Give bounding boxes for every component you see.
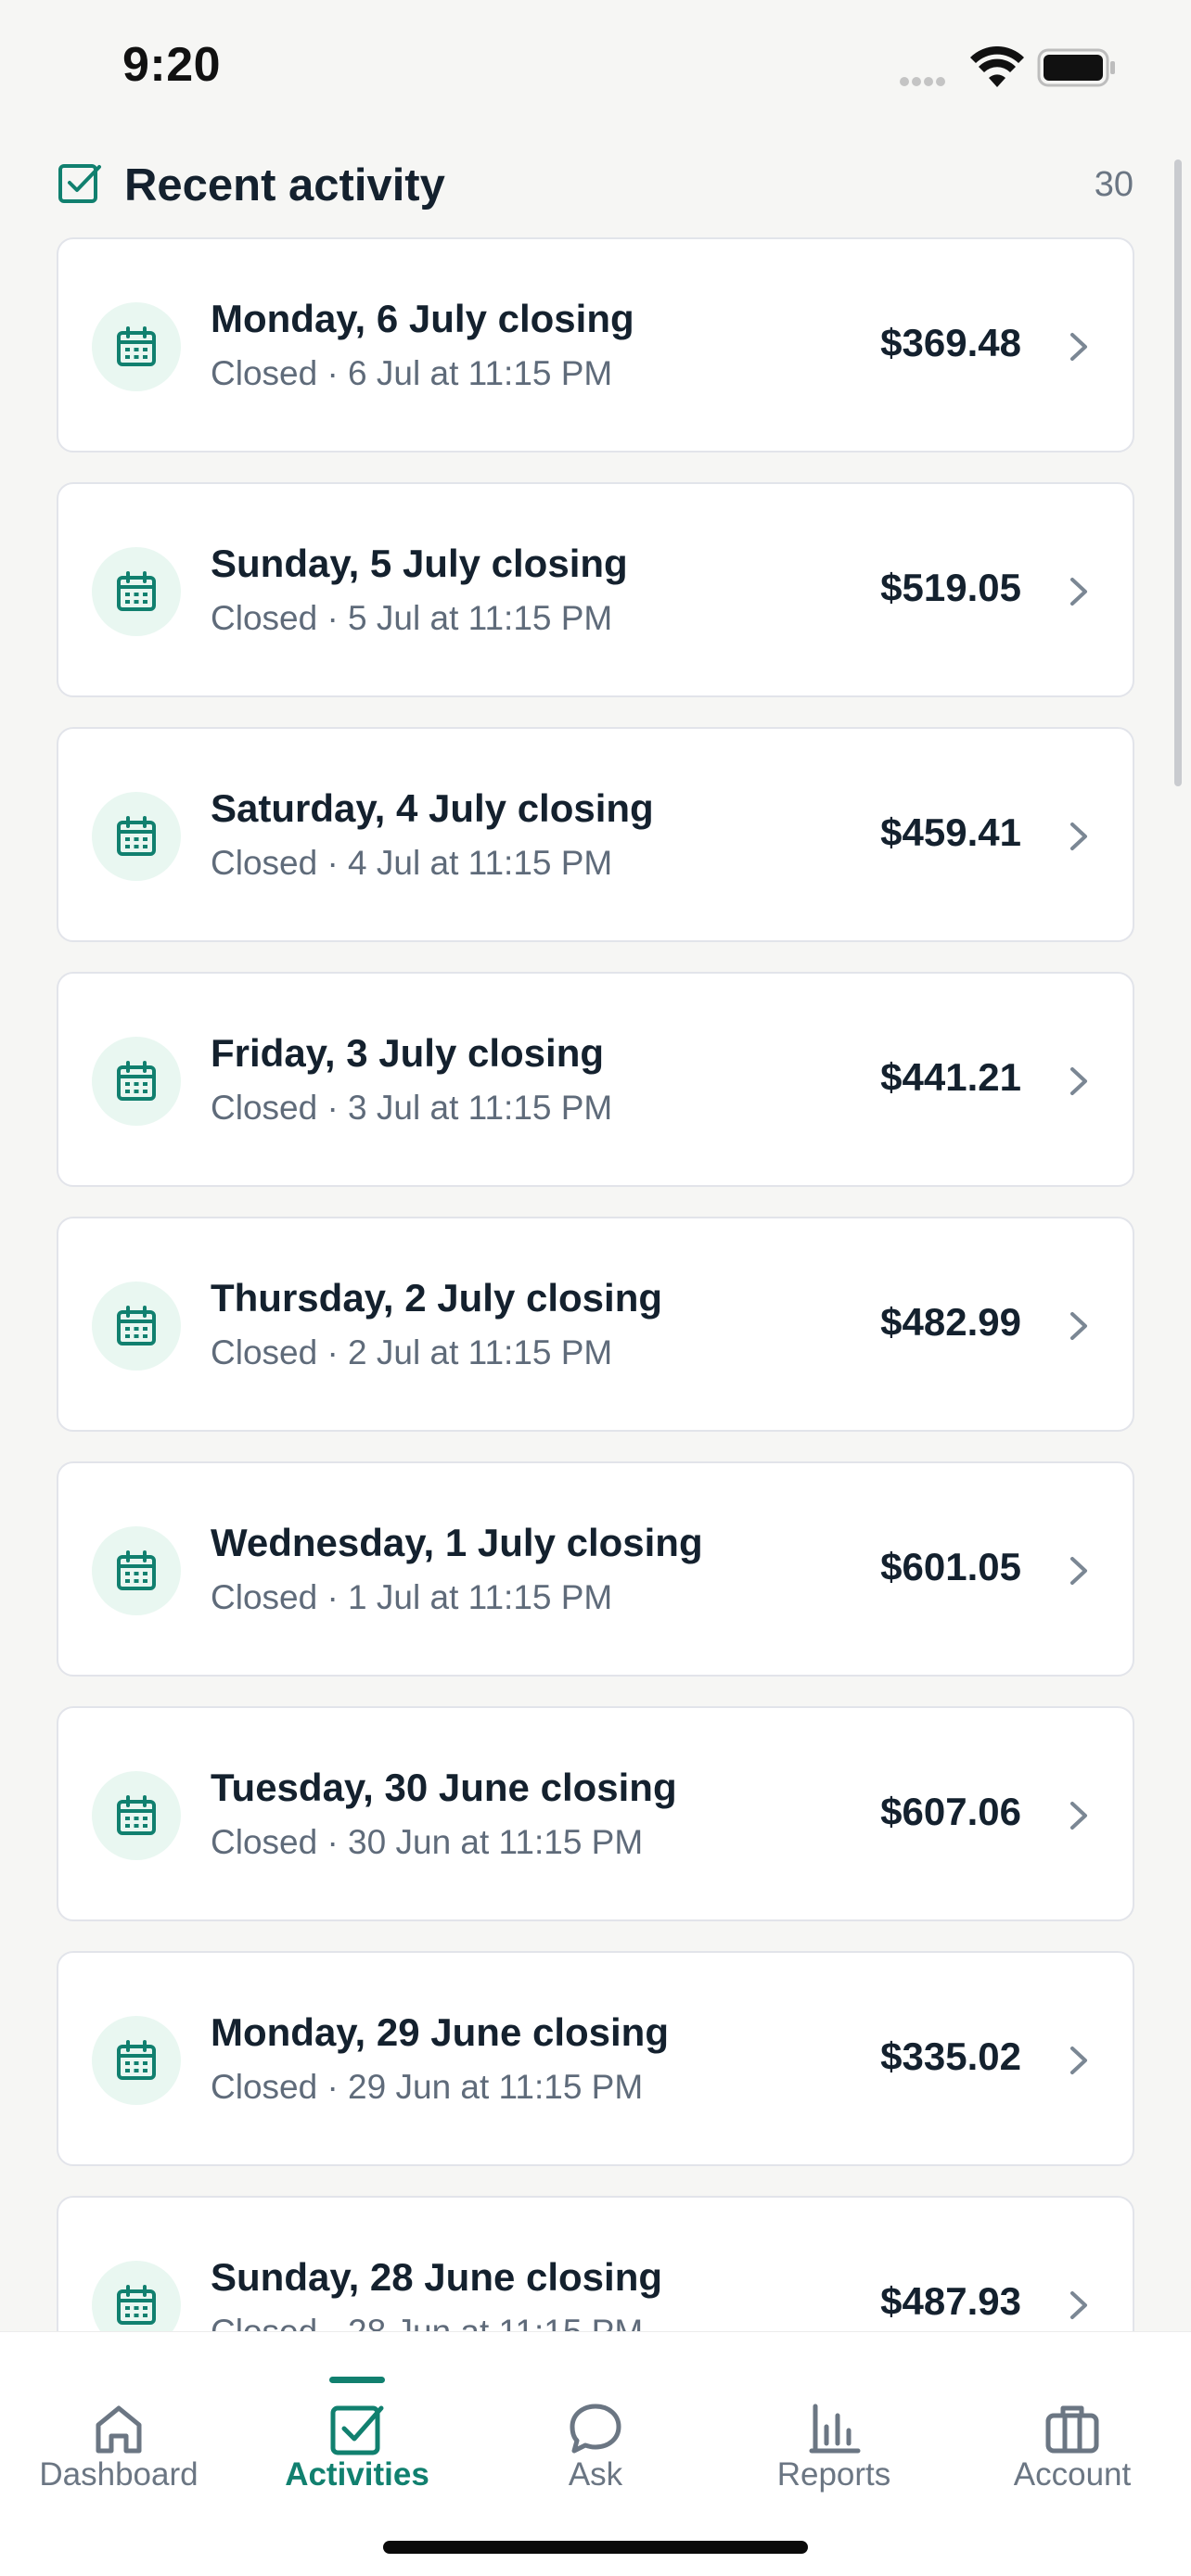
calendar-icon-badge — [92, 792, 181, 881]
tab-label: Account — [1013, 2456, 1132, 2493]
card-subtitle: Closed · 28 Jun at 11:15 PM — [211, 2313, 643, 2331]
status-bar: 9:20 — [0, 0, 1191, 139]
chevron-right-icon — [1070, 333, 1087, 361]
active-tab-indicator — [329, 2377, 385, 2383]
tab-label: Ask — [568, 2456, 623, 2493]
card-amount: $459.41 — [880, 810, 1021, 854]
chevron-right-icon — [1070, 1067, 1087, 1095]
card-title: Friday, 3 July closing — [211, 1031, 605, 1075]
card-subtitle: Closed · 5 Jul at 11:15 PM — [211, 599, 613, 637]
card-subtitle: Closed · 4 Jul at 11:15 PM — [211, 844, 613, 882]
card-title: Saturday, 4 July closing — [211, 786, 654, 830]
tab-reports[interactable]: Reports — [715, 2332, 953, 2493]
activity-card[interactable]: Sunday, 5 July closing Closed · 5 Jul at… — [57, 482, 1134, 697]
tab-bar: Dashboard Activities Ask Reports Account — [0, 2331, 1191, 2576]
card-amount: $487.93 — [880, 2279, 1021, 2323]
activity-card[interactable]: Monday, 29 June closing Closed · 29 Jun … — [57, 1951, 1134, 2166]
status-time: 9:20 — [122, 38, 222, 92]
card-subtitle: Closed · 3 Jul at 11:15 PM — [211, 1089, 613, 1127]
section-header: Recent activity 30 — [58, 156, 1133, 211]
card-subtitle: Closed · 30 Jun at 11:15 PM — [211, 1823, 644, 1861]
activity-list: Monday, 6 July closing Closed · 6 Jul at… — [57, 237, 1134, 2331]
tab-label: Activities — [285, 2456, 429, 2493]
card-title: Monday, 29 June closing — [211, 2010, 669, 2054]
card-amount: $482.99 — [880, 1300, 1021, 1344]
activity-card[interactable]: Saturday, 4 July closing Closed · 4 Jul … — [57, 727, 1134, 942]
tab-ask[interactable]: Ask — [477, 2332, 714, 2493]
calendar-icon-badge — [92, 302, 181, 391]
chevron-right-icon — [1070, 2047, 1087, 2074]
chevron-right-icon — [1070, 1557, 1087, 1585]
bar-chart-icon — [809, 2404, 861, 2454]
activity-card[interactable]: Sunday, 28 June closing Closed · 28 Jun … — [57, 2196, 1134, 2331]
calendar-icon — [117, 326, 156, 366]
chevron-right-icon — [1070, 2291, 1087, 2319]
card-title: Monday, 6 July closing — [211, 297, 634, 340]
tab-activities[interactable]: Activities — [238, 2332, 476, 2493]
calendar-icon-badge — [92, 1771, 181, 1860]
calendar-icon — [117, 1061, 156, 1101]
section-title: Recent activity — [124, 160, 445, 210]
calendar-icon-badge — [92, 1526, 181, 1615]
tab-account[interactable]: Account — [954, 2332, 1191, 2493]
card-title: Wednesday, 1 July closing — [211, 1521, 703, 1564]
tab-label: Reports — [776, 2456, 891, 2493]
checkbox-icon — [330, 2405, 384, 2455]
card-amount: $335.02 — [880, 2034, 1021, 2078]
calendar-icon-badge — [92, 1037, 181, 1126]
calendar-icon — [117, 816, 156, 856]
activity-card[interactable]: Tuesday, 30 June closing Closed · 30 Jun… — [57, 1706, 1134, 1921]
calendar-icon-badge — [92, 2261, 181, 2331]
card-title: Sunday, 5 July closing — [211, 542, 628, 585]
card-amount: $601.05 — [880, 1545, 1021, 1588]
card-amount: $607.06 — [880, 1790, 1021, 1833]
home-icon — [96, 2405, 142, 2454]
calendar-icon — [117, 1306, 156, 1345]
chevron-right-icon — [1070, 823, 1087, 850]
chevron-right-icon — [1070, 578, 1087, 606]
briefcase-icon — [1045, 2405, 1099, 2454]
card-amount: $441.21 — [880, 1055, 1021, 1099]
calendar-icon — [117, 1795, 156, 1835]
home-indicator[interactable] — [383, 2541, 808, 2554]
card-title: Sunday, 28 June closing — [211, 2255, 663, 2299]
activity-card[interactable]: Wednesday, 1 July closing Closed · 1 Jul… — [57, 1461, 1134, 1677]
checkbox-icon — [58, 164, 101, 203]
tab-dashboard[interactable]: Dashboard — [0, 2332, 237, 2493]
calendar-icon — [117, 2040, 156, 2080]
chevron-right-icon — [1070, 1312, 1087, 1340]
card-title: Thursday, 2 July closing — [211, 1276, 663, 1320]
activity-card[interactable]: Monday, 6 July closing Closed · 6 Jul at… — [57, 237, 1134, 453]
card-subtitle: Closed · 2 Jul at 11:15 PM — [211, 1333, 613, 1371]
card-subtitle: Closed · 6 Jul at 11:15 PM — [211, 354, 613, 392]
calendar-icon — [117, 571, 156, 611]
calendar-icon — [117, 2285, 156, 2325]
chat-bubble-icon — [570, 2404, 621, 2454]
calendar-icon-badge — [92, 1282, 181, 1371]
activity-card[interactable]: Friday, 3 July closing Closed · 3 Jul at… — [57, 972, 1134, 1187]
calendar-icon-badge — [92, 2016, 181, 2105]
battery-icon — [1037, 48, 1115, 87]
card-subtitle: Closed · 29 Jun at 11:15 PM — [211, 2068, 644, 2106]
scrollbar[interactable] — [1174, 159, 1182, 786]
wifi-icon — [970, 46, 1024, 87]
card-subtitle: Closed · 1 Jul at 11:15 PM — [211, 1578, 613, 1616]
calendar-icon-badge — [92, 547, 181, 636]
activity-card[interactable]: Thursday, 2 July closing Closed · 2 Jul … — [57, 1217, 1134, 1432]
tab-label: Dashboard — [39, 2456, 198, 2493]
card-amount: $519.05 — [880, 566, 1021, 609]
card-title: Tuesday, 30 June closing — [211, 1766, 677, 1809]
chevron-right-icon — [1070, 1802, 1087, 1830]
calendar-icon — [117, 1550, 156, 1590]
card-amount: $369.48 — [880, 321, 1021, 364]
activity-count: 30 — [1094, 165, 1133, 204]
cellular-signal-icon — [900, 74, 957, 86]
